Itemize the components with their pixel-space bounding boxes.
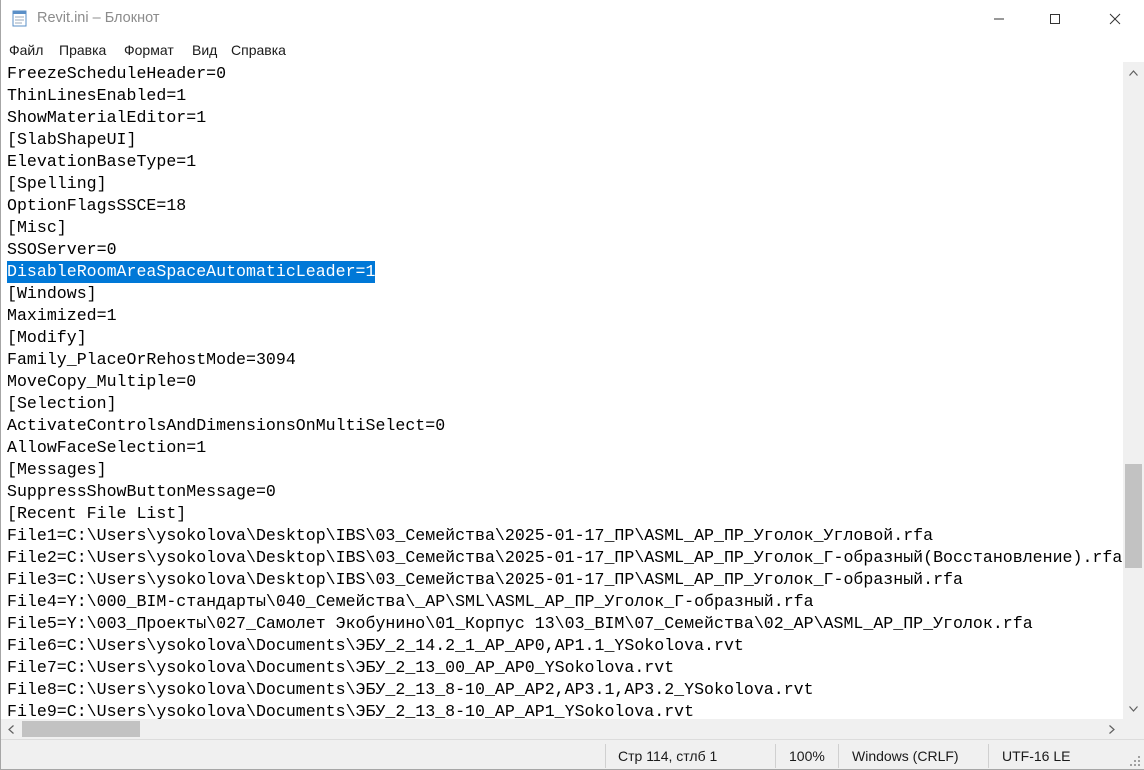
- notepad-window: Revit.ini – Блокнот Файл Правка Формат В…: [0, 0, 1144, 770]
- editor-line[interactable]: OptionFlagsSSCE=18: [7, 195, 186, 217]
- maximize-button[interactable]: [1027, 0, 1083, 38]
- editor-line[interactable]: File3=C:\Users\ysokolova\Desktop\IBS\03_…: [7, 569, 963, 591]
- editor-line[interactable]: Family_PlaceOrRehostMode=3094: [7, 349, 296, 371]
- editor-line[interactable]: File1=C:\Users\ysokolova\Desktop\IBS\03_…: [7, 525, 933, 547]
- scroll-up-button[interactable]: [1123, 62, 1144, 83]
- editor-line[interactable]: File2=C:\Users\ysokolova\Desktop\IBS\03_…: [7, 547, 1122, 569]
- editor-line[interactable]: ShowMaterialEditor=1: [7, 107, 206, 129]
- scroll-down-button[interactable]: [1123, 698, 1144, 719]
- editor-line[interactable]: MoveCopy_Multiple=0: [7, 371, 196, 393]
- menu-help[interactable]: Справка: [231, 42, 286, 58]
- status-cursor-position: Стр 114, стлб 1: [618, 748, 718, 764]
- editor-line[interactable]: [SlabShapeUI]: [7, 129, 136, 151]
- status-bar: Стр 114, стлб 1 100% Windows (CRLF) UTF-…: [1, 739, 1144, 769]
- editor-line[interactable]: File7=C:\Users\ysokolova\Documents\ЭБУ_2…: [7, 657, 674, 679]
- chevron-down-icon: [1129, 705, 1138, 712]
- editor-line[interactable]: [Recent File List]: [7, 503, 186, 525]
- minimize-button[interactable]: [971, 0, 1027, 38]
- chevron-up-icon: [1129, 69, 1138, 76]
- maximize-icon: [1050, 14, 1060, 24]
- editor-line[interactable]: AllowFaceSelection=1: [7, 437, 206, 459]
- status-encoding: UTF-16 LE: [1002, 748, 1071, 764]
- editor-line[interactable]: File5=Y:\003_Проекты\027_Самолет Экобуни…: [7, 613, 1033, 635]
- close-button[interactable]: [1087, 0, 1143, 38]
- editor-line[interactable]: Maximized=1: [7, 305, 117, 327]
- menu-bar: Файл Правка Формат Вид Справка: [1, 38, 1144, 62]
- editor-line[interactable]: File8=C:\Users\ysokolova\Documents\ЭБУ_2…: [7, 679, 814, 701]
- editor-line[interactable]: [Misc]: [7, 217, 67, 239]
- scroll-left-button[interactable]: [1, 719, 21, 739]
- title-bar[interactable]: Revit.ini – Блокнот: [1, 0, 1144, 38]
- editor-line[interactable]: FreezeScheduleHeader=0: [7, 63, 226, 85]
- editor-line[interactable]: ThinLinesEnabled=1: [7, 85, 186, 107]
- status-separator: [775, 744, 776, 768]
- notepad-app-icon[interactable]: [12, 9, 28, 27]
- menu-file[interactable]: Файл: [9, 42, 43, 58]
- chevron-left-icon: [8, 724, 14, 734]
- editor-line[interactable]: ActivateControlsAndDimensionsOnMultiSele…: [7, 415, 445, 437]
- horizontal-scrollbar[interactable]: [1, 719, 1123, 739]
- scroll-right-button[interactable]: [1101, 719, 1122, 739]
- status-line-ending: Windows (CRLF): [852, 748, 959, 764]
- editor-line[interactable]: [Windows]: [7, 283, 97, 305]
- minimize-icon: [994, 18, 1004, 20]
- resize-grip-icon[interactable]: [1129, 755, 1141, 767]
- status-separator: [988, 744, 989, 768]
- menu-edit[interactable]: Правка: [59, 42, 106, 58]
- horizontal-scroll-thumb[interactable]: [22, 721, 140, 737]
- menu-format[interactable]: Формат: [124, 42, 174, 58]
- status-separator: [605, 744, 606, 768]
- chevron-right-icon: [1108, 724, 1115, 734]
- editor-line[interactable]: SSOServer=0: [7, 239, 117, 261]
- status-separator: [838, 744, 839, 768]
- vertical-scroll-thumb[interactable]: [1125, 464, 1142, 568]
- editor-line[interactable]: ElevationBaseType=1: [7, 151, 196, 173]
- editor-line[interactable]: File9=C:\Users\ysokolova\Documents\ЭБУ_2…: [7, 701, 694, 719]
- editor-line[interactable]: File4=Y:\000_BIM-стандарты\040_Семейства…: [7, 591, 814, 613]
- editor-line[interactable]: File6=C:\Users\ysokolova\Documents\ЭБУ_2…: [7, 635, 744, 657]
- status-zoom: 100%: [789, 748, 825, 764]
- scrollbar-corner: [1123, 719, 1144, 739]
- vertical-scrollbar[interactable]: [1123, 62, 1144, 719]
- menu-view[interactable]: Вид: [192, 42, 217, 58]
- editor-line[interactable]: [Selection]: [7, 393, 117, 415]
- close-icon: [1109, 13, 1121, 25]
- text-editor[interactable]: FreezeScheduleHeader=0 ThinLinesEnabled=1…: [1, 62, 1123, 719]
- editor-line[interactable]: SuppressShowButtonMessage=0: [7, 481, 276, 503]
- editor-line[interactable]: [Spelling]: [7, 173, 107, 195]
- window-title: Revit.ini – Блокнот: [37, 10, 160, 26]
- editor-line-selected[interactable]: DisableRoomAreaSpaceAutomaticLeader=1: [7, 261, 376, 283]
- editor-line[interactable]: [Messages]: [7, 459, 107, 481]
- editor-line[interactable]: [Modify]: [7, 327, 87, 349]
